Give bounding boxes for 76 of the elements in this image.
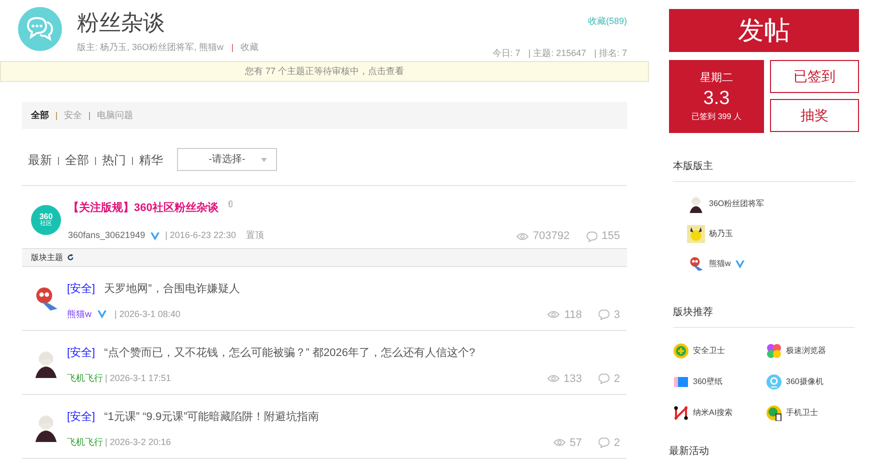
recommended-board-link[interactable]: 360壁纸 — [693, 376, 722, 388]
post-date: | 2026-3-1 08:40 — [114, 308, 180, 322]
recommended-board-link[interactable]: 360摄像机 — [786, 376, 824, 388]
eye-icon — [546, 374, 560, 384]
sort-tab[interactable]: 最新 — [28, 150, 52, 169]
thread-title-link[interactable]: 【关注版规】360社区粉丝杂谈 — [68, 200, 218, 217]
author-name[interactable]: 飞机飞行 — [67, 436, 103, 450]
plus-circle-icon — [673, 343, 689, 359]
refresh-icon — [67, 254, 74, 262]
paperclip-icon — [228, 200, 234, 208]
lottery-button[interactable]: 抽奖 — [770, 99, 859, 132]
eye-icon — [516, 232, 529, 241]
sort-tab[interactable]: 全部 — [65, 150, 89, 169]
view-count: 133 — [564, 372, 582, 387]
thread-title-link[interactable]: “1元课” “9.9元课”可能暗藏陷阱！附避坑指南 — [104, 409, 320, 426]
category-tag-link[interactable]: [安全] — [67, 281, 96, 298]
moderator-link[interactable]: 36O粉丝团将军 — [709, 198, 764, 210]
new-post-button[interactable]: 发帖 — [669, 9, 859, 52]
forum-title: 粉丝杂谈 — [77, 9, 166, 37]
comment-icon — [586, 230, 598, 242]
chat-bubbles-icon — [18, 7, 62, 51]
section-heading: 版块推荐 — [673, 307, 713, 318]
post-date: | 2026-3-2 20:16 — [105, 436, 171, 450]
signed-in-button[interactable]: 已签到 — [770, 60, 859, 93]
post-date: | 2016-6-23 22:30 — [165, 229, 236, 242]
forum-stat: 今日: 7 — [492, 46, 520, 60]
reply-count: 2 — [614, 436, 620, 451]
section-heading: 本版版主 — [673, 161, 713, 172]
date-text: 3.3 — [703, 86, 730, 111]
thread-title-link[interactable]: 天罗地网”，合围电诈嫌疑人 — [104, 281, 240, 298]
category-tag-link[interactable]: [安全] — [67, 345, 96, 362]
category-tag-link[interactable]: [安全] — [67, 409, 96, 426]
view-count: 57 — [570, 436, 582, 451]
recommended-board-link[interactable]: 手机卫士 — [786, 407, 818, 419]
checkin-count: 已签到 399 人 — [692, 110, 742, 123]
eye-icon — [552, 438, 566, 448]
pending-review-notice[interactable]: 您有 77 个主题正等待审核中，点击查看 — [0, 60, 649, 82]
sort-tab[interactable]: 热门 — [102, 150, 126, 169]
mascot-avatar-icon — [687, 255, 705, 273]
person-avatar-icon — [687, 195, 705, 213]
phone-plus-icon — [766, 405, 782, 421]
moderators-text: 版主: 杨乃玉, 36O粉丝团将军, 熊猫w — [77, 41, 224, 54]
reply-count: 2 — [614, 372, 620, 387]
sort-tab[interactable]: 精华 — [139, 150, 163, 169]
view-count: 118 — [564, 308, 582, 323]
forum-stat: | 排名: 7 — [594, 46, 627, 60]
eye-icon — [547, 310, 560, 320]
comment-icon — [598, 373, 610, 384]
reply-count: 3 — [614, 308, 620, 323]
caret-icon — [261, 158, 267, 162]
author-name[interactable]: 360fans_30621949 — [68, 229, 146, 243]
author-name[interactable]: 飞机飞行 — [67, 372, 103, 386]
pinwheel-icon — [766, 343, 782, 359]
recommended-board-link[interactable]: 极速浏览器 — [786, 345, 826, 357]
section-label: 版块主题 — [31, 252, 63, 264]
weekday-text: 星期二 — [700, 71, 733, 86]
wallpaper-icon — [673, 374, 689, 390]
filter-select[interactable]: -请选择- — [177, 148, 277, 172]
author-name[interactable]: 熊猫w — [67, 308, 92, 322]
pinned-label: 置顶 — [246, 229, 264, 242]
moderator-link[interactable]: 杨乃玉 — [709, 228, 733, 240]
network-icon — [673, 405, 689, 421]
comment-icon — [598, 309, 610, 320]
recommended-board-link[interactable]: 安全卫士 — [693, 345, 725, 357]
forum-stat: | 主题: 215647 — [528, 46, 586, 60]
camera-icon — [766, 374, 782, 390]
avatar-icon — [687, 225, 705, 243]
post-date: | 2026-3-1 17:51 — [105, 372, 171, 386]
reply-count: 155 — [602, 228, 620, 244]
view-count: 703792 — [532, 228, 570, 244]
thread-title-link[interactable]: “点个赞而已，又不花钱，怎么可能被骗？” 都2026年了，怎么还有人信这个? — [104, 345, 476, 362]
comment-icon — [598, 437, 610, 448]
section-heading: 最新活动 — [669, 444, 710, 459]
moderator-link[interactable]: 熊猫w — [709, 258, 731, 270]
recommended-board-link[interactable]: 纳米AI搜索 — [693, 407, 733, 419]
category-tab[interactable]: 全部 — [31, 108, 49, 122]
